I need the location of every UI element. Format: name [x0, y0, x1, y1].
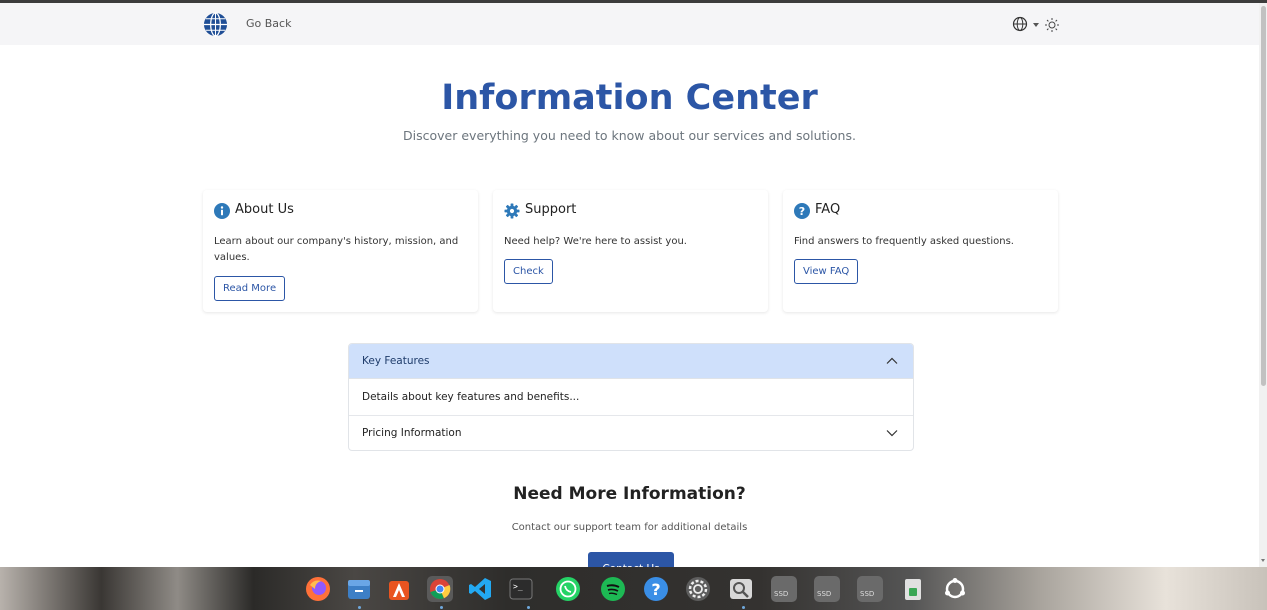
chevron-up-icon [886, 357, 898, 364]
vscode-icon[interactable] [467, 576, 493, 602]
ssd-drive-2-icon[interactable]: SSD [814, 576, 840, 602]
svg-text:?: ? [651, 580, 660, 599]
card-title: About Us [235, 202, 294, 217]
running-indicator [440, 606, 443, 609]
running-indicator [742, 606, 745, 609]
card-support: Support Need help? We're here to assist … [493, 190, 768, 312]
check-button[interactable]: Check [504, 259, 553, 284]
accordion-header-key-features[interactable]: Key Features [349, 344, 913, 379]
os-dock-taskbar [0, 567, 1267, 610]
show-apps-ubuntu-icon[interactable] [942, 576, 968, 602]
help-icon[interactable]: ? [643, 576, 669, 602]
globe-logo-icon[interactable] [203, 12, 228, 37]
chevron-down-icon [886, 430, 898, 437]
page-scrollbar-thumb[interactable] [1261, 6, 1266, 386]
question-circle-icon: ? [794, 203, 810, 219]
chrome-icon[interactable] [427, 576, 453, 602]
svg-text:?: ? [799, 205, 805, 218]
view-faq-button[interactable]: View FAQ [794, 259, 859, 284]
whatsapp-icon[interactable] [555, 576, 581, 602]
app-center-icon[interactable] [386, 576, 412, 602]
trash-icon[interactable] [900, 576, 926, 602]
card-text: Learn about our company's history, missi… [214, 236, 459, 263]
ssd-drive-label: SSD [774, 590, 789, 598]
gear-icon [504, 203, 520, 219]
ssd-drive-label: SSD [860, 590, 875, 598]
contact-section-title: Need More Information? [513, 484, 746, 504]
info-accordion: Key Features Details about key features … [348, 343, 914, 451]
theme-toggle-sun-icon[interactable] [1044, 17, 1060, 33]
read-more-button[interactable]: Read More [214, 276, 286, 301]
running-indicator [527, 606, 530, 609]
ssd-drive-1-icon[interactable]: SSD [771, 576, 797, 602]
accordion-header-label: Pricing Information [362, 427, 462, 439]
card-faq: ? FAQ Find answers to frequently asked q… [783, 190, 1058, 312]
svg-text:>_: >_ [513, 582, 523, 591]
page-subtitle: Discover everything you need to know abo… [403, 128, 856, 143]
terminal-icon[interactable]: >_ [508, 576, 534, 602]
ssd-drive-label: SSD [817, 590, 832, 598]
card-title: Support [525, 202, 577, 217]
accordion-body-key-features: Details about key features and benefits.… [349, 379, 913, 416]
running-indicator [358, 606, 361, 609]
accordion-header-label: Key Features [362, 355, 430, 367]
spotify-icon[interactable] [600, 576, 626, 602]
card-title: FAQ [815, 202, 841, 217]
top-navbar: Go Back [0, 3, 1259, 45]
card-text: Need help? We're here to assist you. [504, 236, 687, 247]
image-viewer-icon[interactable] [728, 576, 754, 602]
scroll-down-arrow-icon[interactable] [1261, 559, 1265, 562]
language-globe-icon[interactable] [1012, 16, 1028, 32]
files-icon[interactable] [346, 576, 372, 602]
language-dropdown-caret-icon[interactable] [1033, 23, 1039, 27]
card-about-us: About Us Learn about our company's histo… [203, 190, 478, 312]
settings-icon[interactable] [685, 576, 711, 602]
contact-section-subtitle: Contact our support team for additional … [511, 522, 748, 533]
page-title: Information Center [441, 78, 818, 118]
info-circle-icon [214, 203, 230, 219]
go-back-link[interactable]: Go Back [246, 17, 291, 30]
accordion-body-text: Details about key features and benefits.… [362, 391, 580, 403]
firefox-icon[interactable] [305, 576, 331, 602]
ssd-drive-3-icon[interactable]: SSD [857, 576, 883, 602]
accordion-header-pricing[interactable]: Pricing Information [349, 416, 913, 450]
card-text: Find answers to frequently asked questio… [794, 236, 1014, 247]
